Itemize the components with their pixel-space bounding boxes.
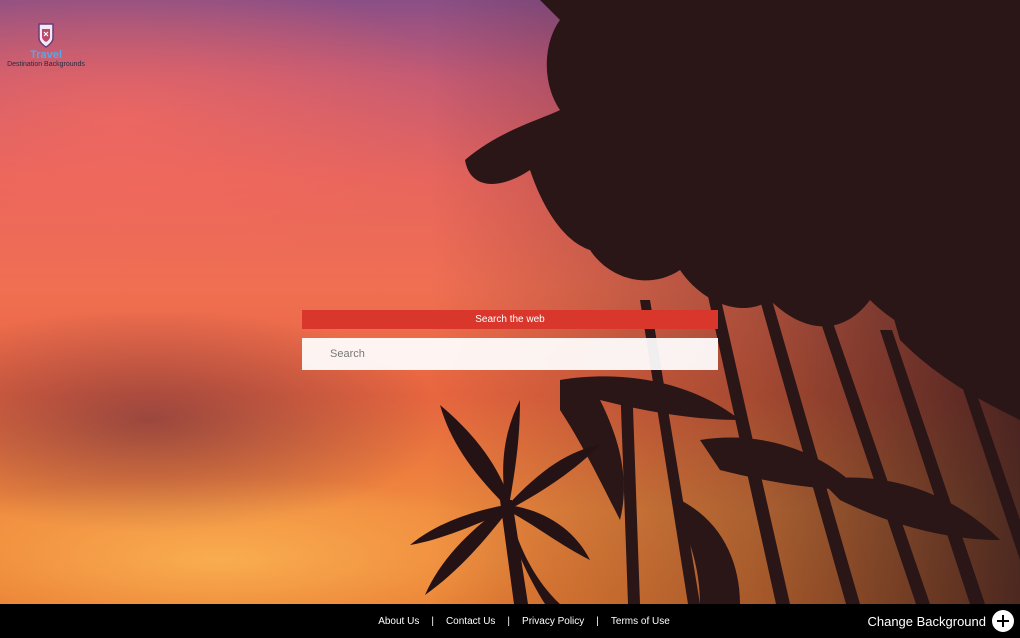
logo-subtitle: Destination Backgrounds: [7, 61, 85, 68]
plus-icon[interactable]: [992, 610, 1014, 632]
search-widget: Search the web: [302, 310, 718, 370]
crest-shield-icon: [38, 23, 54, 48]
footer-bar: About Us | Contact Us | Privacy Policy |…: [0, 604, 1020, 638]
footer-link-about-us[interactable]: About Us: [376, 616, 421, 627]
new-tab-page: Travel Destination Backgrounds Search th…: [0, 0, 1020, 638]
search-header: Search the web: [302, 310, 718, 329]
footer-link-contact-us[interactable]: Contact Us: [444, 616, 497, 627]
footer-separator: |: [596, 615, 599, 627]
search-input[interactable]: [302, 338, 718, 370]
footer-link-terms-of-use[interactable]: Terms of Use: [609, 616, 672, 627]
palm-trees-background: [410, 0, 1020, 604]
logo-title: Travel: [30, 49, 62, 61]
footer-link-privacy-policy[interactable]: Privacy Policy: [520, 616, 586, 627]
footer-separator: |: [431, 615, 434, 627]
change-background-button[interactable]: Change Background: [867, 609, 1014, 633]
change-background-label: Change Background: [867, 613, 986, 629]
brand-logo[interactable]: Travel Destination Backgrounds: [4, 22, 88, 69]
footer-separator: |: [507, 615, 511, 627]
